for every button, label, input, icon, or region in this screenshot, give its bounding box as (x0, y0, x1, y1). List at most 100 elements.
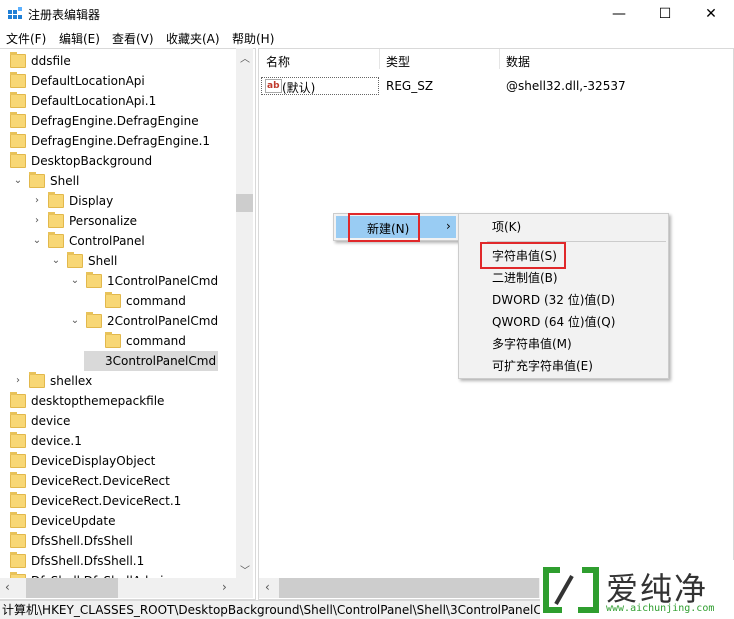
menu-help[interactable]: 帮助(H) (232, 30, 274, 47)
chevron-down-icon[interactable]: ⌄ (70, 311, 80, 331)
tree-item-label: DefragEngine.DefragEngine.1 (31, 134, 211, 148)
tree-item-label: command (126, 334, 186, 348)
menu-favorites[interactable]: 收藏夹(A) (166, 30, 220, 47)
chevron-down-icon[interactable]: ⌄ (13, 171, 23, 191)
scroll-up-icon[interactable]: ︿ (240, 50, 250, 65)
tree-item[interactable]: › shellex (0, 371, 236, 391)
scroll-left-icon[interactable]: ‹ (5, 580, 10, 594)
watermark-logo-icon (543, 567, 599, 613)
folder-icon (10, 432, 26, 448)
tree-item-label: DeviceRect.DeviceRect (31, 474, 170, 488)
minimize-button[interactable]: — (596, 0, 642, 28)
tree-item[interactable]: DesktopBackground (0, 151, 236, 171)
tree-item[interactable]: DeviceRect.DeviceRect (0, 471, 236, 491)
value-data: @shell32.dll,-32537 (506, 79, 626, 93)
menu-edit[interactable]: 编辑(E) (59, 30, 100, 47)
tree-item[interactable]: DeviceUpdate (0, 511, 236, 531)
tree-item[interactable]: DfsShell.DfsShell (0, 531, 236, 551)
tree-item[interactable]: ⌄ Shell (0, 251, 236, 271)
watermark: 爱纯净 www.aichunjing.com (540, 560, 734, 619)
string-value-icon: ab (265, 79, 282, 93)
tree-item[interactable]: › Personalize (0, 211, 236, 231)
tree-item[interactable]: ddsfile (0, 51, 236, 71)
scroll-thumb[interactable] (236, 194, 253, 212)
column-divider[interactable] (379, 49, 380, 69)
menu-bar: 文件(F) 编辑(E) 查看(V) 收藏夹(A) 帮助(H) (0, 28, 734, 48)
chevron-right-icon[interactable]: › (32, 211, 42, 231)
column-type[interactable]: 类型 (386, 53, 410, 70)
close-button[interactable]: ✕ (688, 0, 734, 28)
tree-item-label: DefaultLocationApi.1 (31, 94, 157, 108)
value-row[interactable]: ab (默认) (261, 77, 379, 95)
folder-icon (10, 452, 26, 468)
tree-item-label: device (31, 414, 71, 428)
chevron-right-icon[interactable]: › (13, 371, 23, 391)
value-name: (默认) (282, 81, 316, 95)
tree-item[interactable]: device (0, 411, 236, 431)
submenu-item-dword[interactable]: DWORD (32 位)值(D) (459, 289, 668, 311)
folder-icon (67, 252, 83, 268)
tree-item-label: 2ControlPanelCmd (107, 314, 219, 328)
folder-icon (10, 92, 26, 108)
column-name[interactable]: 名称 (266, 53, 290, 70)
submenu-item-expandstring[interactable]: 可扩充字符串值(E) (459, 355, 668, 377)
scroll-thumb[interactable] (26, 578, 118, 598)
scroll-thumb[interactable] (279, 578, 539, 598)
tree-item-label: Personalize (69, 214, 138, 228)
regedit-icon (8, 7, 22, 19)
tree-item[interactable]: DefaultLocationApi.1 (0, 91, 236, 111)
folder-icon (10, 472, 26, 488)
folder-icon (10, 412, 26, 428)
chevron-right-icon[interactable]: › (32, 191, 42, 211)
scroll-right-icon[interactable]: › (222, 580, 227, 594)
tree-item-label: Shell (88, 254, 118, 268)
tree-item-label: desktopthemepackfile (31, 394, 165, 408)
tree-item[interactable]: DefaultLocationApi (0, 71, 236, 91)
folder-icon (48, 192, 64, 208)
tree-item[interactable]: desktopthemepackfile (0, 391, 236, 411)
submenu-item-key[interactable]: 项(K) (459, 216, 668, 238)
tree-item[interactable]: 3ControlPanelCmd (0, 351, 236, 371)
tree-item-label: ddsfile (31, 54, 71, 68)
tree-item[interactable]: DefragEngine.DefragEngine (0, 111, 236, 131)
folder-icon (10, 512, 26, 528)
tree-item[interactable]: ⌄ 2ControlPanelCmd (0, 311, 236, 331)
chevron-down-icon[interactable]: ⌄ (70, 271, 80, 291)
submenu-item-binary[interactable]: 二进制值(B) (459, 267, 668, 289)
folder-icon (10, 72, 26, 88)
maximize-button[interactable]: ☐ (642, 0, 688, 28)
column-data[interactable]: 数据 (506, 53, 530, 70)
chevron-down-icon[interactable]: ⌄ (32, 231, 42, 251)
chevron-right-icon: › (446, 219, 451, 233)
menu-view[interactable]: 查看(V) (112, 30, 154, 47)
tree-item[interactable]: › Display (0, 191, 236, 211)
tree-item-label: DefragEngine.DefragEngine (31, 114, 199, 128)
window-title: 注册表编辑器 (28, 8, 101, 22)
tree-item[interactable]: DfsShell.DfsShell.1 (0, 551, 236, 571)
tree-item[interactable]: ⌄ ControlPanel (0, 231, 236, 251)
tree-item[interactable]: command (0, 331, 236, 351)
folder-icon (10, 492, 26, 508)
tree-vertical-scrollbar[interactable]: ︿ ﹀ (236, 48, 253, 578)
tree-horizontal-scrollbar[interactable]: ‹ › (0, 578, 253, 598)
tree-item[interactable]: ⌄ 1ControlPanelCmd (0, 271, 236, 291)
menu-file[interactable]: 文件(F) (6, 30, 46, 47)
tree-item-label: 1ControlPanelCmd (107, 274, 219, 288)
folder-icon (29, 172, 45, 188)
submenu-item-qword[interactable]: QWORD (64 位)值(Q) (459, 311, 668, 333)
chevron-down-icon[interactable]: ⌄ (51, 251, 61, 271)
tree-item[interactable]: DeviceRect.DeviceRect.1 (0, 491, 236, 511)
tree-item[interactable]: DeviceDisplayObject (0, 451, 236, 471)
tree-item-label: DfsShell.DfsShell (31, 534, 133, 548)
value-type: REG_SZ (386, 79, 434, 93)
column-divider[interactable] (499, 49, 500, 69)
scroll-down-icon[interactable]: ﹀ (240, 562, 250, 577)
tree-item[interactable]: device.1 (0, 431, 236, 451)
folder-icon (10, 52, 26, 68)
tree-item-label: DeviceDisplayObject (31, 454, 156, 468)
tree-item[interactable]: ⌄ Shell (0, 171, 236, 191)
submenu-item-multistring[interactable]: 多字符串值(M) (459, 333, 668, 355)
tree-item[interactable]: DefragEngine.DefragEngine.1 (0, 131, 236, 151)
scroll-left-icon[interactable]: ‹ (265, 580, 270, 594)
tree-item[interactable]: command (0, 291, 236, 311)
